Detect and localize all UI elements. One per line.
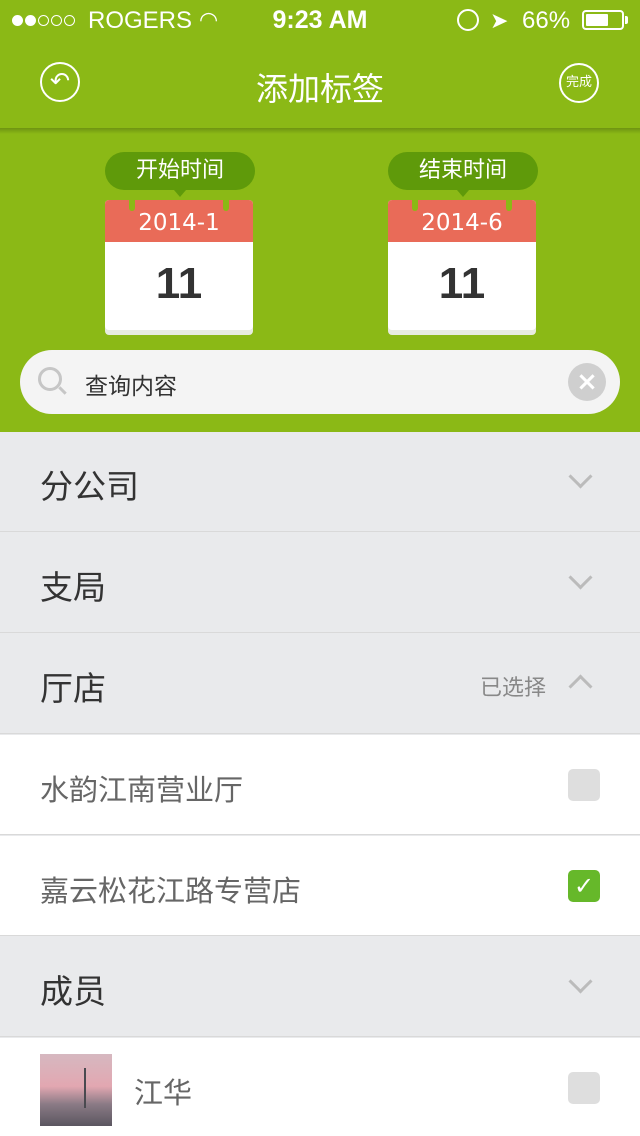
search-icon [38,367,62,391]
start-date-label: 开始时间 [105,152,255,197]
location-arrow-icon: ➤ [490,8,509,33]
list-item[interactable]: 嘉云松花江路专营店 ✓ [0,836,640,936]
done-button[interactable]: 完成 [559,63,599,103]
navigation-bar: ↶ 添加标签 完成 [0,40,640,128]
section-label: 支局 [40,568,106,607]
checkbox-checked[interactable]: ✓ [568,870,600,902]
section-store[interactable]: 厅店 已选择 [0,634,640,734]
section-bureau[interactable]: 支局 [0,533,640,633]
chevron-down-icon [568,969,593,994]
chevron-up-icon [568,674,593,699]
end-date-picker[interactable]: 结束时间 2014-6 11 [388,152,538,330]
section-branch[interactable]: 分公司 [0,432,640,532]
rotation-lock-icon [457,9,479,31]
search-input[interactable]: 查询内容 × [20,350,620,414]
store-name: 水韵江南营业厅 [40,773,244,807]
end-day: 11 [438,259,486,308]
start-calendar-icon[interactable]: 2014-1 11 [105,200,253,330]
section-members[interactable]: 成员 [0,937,640,1037]
battery-percent: 66% [522,7,571,34]
member-name: 江华 [134,1076,193,1110]
section-label: 分公司 [40,467,139,506]
list-item[interactable]: 水韵江南营业厅 [0,735,640,835]
battery-cap [625,16,628,24]
navbar-shadow [0,128,640,134]
end-date-label: 结束时间 [388,152,538,197]
avatar [40,1054,112,1126]
start-date-picker[interactable]: 开始时间 2014-1 11 [105,152,255,330]
end-calendar-icon[interactable]: 2014-6 11 [388,200,536,330]
chevron-down-icon [568,565,593,590]
section-label: 厅店 [40,669,106,708]
search-placeholder: 查询内容 [85,374,177,400]
list-item[interactable]: 江华 [0,1038,640,1136]
store-name: 嘉云松花江路专营店 [40,874,302,908]
battery-icon [582,10,624,30]
end-month: 2014-6 [388,200,536,242]
clear-icon[interactable]: × [568,363,606,401]
start-month: 2014-1 [105,200,253,242]
start-day: 11 [155,259,203,308]
selected-status: 已选择 [480,676,547,701]
checkbox[interactable] [568,1072,600,1104]
checkbox[interactable] [568,769,600,801]
chevron-down-icon [568,464,593,489]
section-label: 成员 [40,972,106,1011]
status-bar: ROGERS ◠ 9:23 AM ➤ 66% [0,0,640,40]
page-title: 添加标签 [255,70,384,108]
